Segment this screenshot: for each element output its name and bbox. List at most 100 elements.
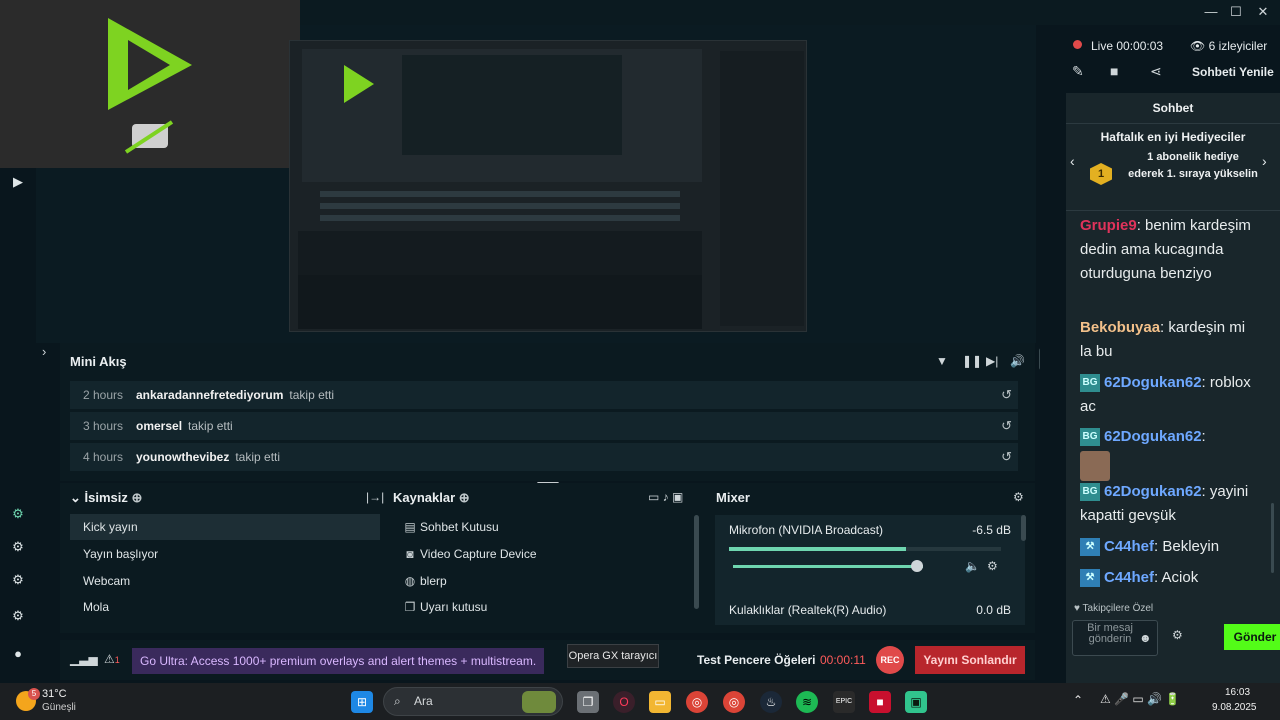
source-tools-icon[interactable]: ▭ ♪ ▣: [648, 490, 683, 504]
play-icon[interactable]: ▶: [9, 173, 27, 191]
taskbar-search[interactable]: ⌕ Ara: [383, 687, 563, 716]
chat-message: ⚒ C44hef: Aciok: [1080, 566, 1260, 590]
weather-desc[interactable]: Güneşli: [42, 702, 76, 713]
replay-icon[interactable]: ↺: [1001, 381, 1012, 409]
scene-item[interactable]: Mola: [70, 594, 380, 620]
sources-scrollbar[interactable]: [694, 515, 699, 609]
streamlabs-icon[interactable]: ▣: [905, 691, 927, 713]
mute-icon[interactable]: 🔈: [965, 559, 980, 573]
chat-message: Grupie9: benim kardeşim dedin ama kucagı…: [1080, 217, 1251, 282]
collapse-icon[interactable]: |→|: [366, 490, 384, 504]
promo-banner[interactable]: Go Ultra: Access 1000+ premium overlays …: [132, 648, 545, 674]
settings-icon[interactable]: ⚙: [9, 607, 27, 625]
clock-date[interactable]: 9.08.2025: [1212, 702, 1257, 713]
chat-sidebar: Live 00:00:03 👁 6 izleyiciler ✎ ■ ⋖ Sohb…: [1040, 25, 1280, 683]
opera-gx-icon[interactable]: O: [613, 691, 635, 713]
windows-start-icon[interactable]: ⊞: [351, 691, 373, 713]
spotify-icon[interactable]: ≋: [796, 691, 818, 713]
task-view-icon[interactable]: ❐: [577, 691, 599, 713]
followers-only-label: ♥ Takipçilere Özel: [1074, 603, 1154, 614]
pause-icon[interactable]: ❚❚: [962, 354, 982, 368]
app-icon[interactable]: ■: [869, 691, 891, 713]
app-icon-3[interactable]: ⚙: [9, 571, 27, 589]
mixer-channel-db: 0.0 dB: [976, 603, 1011, 617]
feed-time: 4 hours: [83, 450, 124, 464]
tray-chevron-icon[interactable]: ⌃: [1073, 693, 1083, 707]
scene-item[interactable]: Kick yayın: [70, 514, 380, 540]
chrome-profile-icon[interactable]: ◎: [723, 691, 745, 713]
scene-item[interactable]: Yayın başlıyor: [70, 541, 380, 567]
skip-icon[interactable]: ▶|: [986, 354, 998, 368]
steam-icon[interactable]: ♨: [760, 691, 782, 713]
alert-icon[interactable]: ⚠1: [104, 652, 120, 666]
level-meter: [729, 547, 1001, 551]
chat-input[interactable]: Bir mesaj gönderin ☻: [1072, 620, 1158, 656]
mixer-channel-name: Kulaklıklar (Realtek(R) Audio): [729, 603, 887, 617]
source-item[interactable]: ◙ Video Capture Device: [400, 541, 700, 567]
next-chevron-icon[interactable]: ›: [1262, 153, 1267, 169]
volume-icon[interactable]: 🔊: [1010, 354, 1025, 368]
stats-icon[interactable]: ▁▃▅: [70, 652, 98, 666]
taskbar: 5 31°C Güneşli ⊞ ⌕ Ara ❐ O ▭ ◎ ◎ ♨ ≋ EPI…: [0, 683, 1280, 720]
source-item[interactable]: ❐ Uyarı kutusu: [400, 594, 700, 620]
epic-games-icon[interactable]: EPIC: [833, 691, 855, 713]
prev-chevron-icon[interactable]: ‹: [1070, 153, 1075, 169]
filter-icon[interactable]: ▼: [936, 354, 948, 368]
refresh-chat-button[interactable]: Sohbeti Yenile: [1192, 65, 1274, 79]
user-badge-icon: BG: [1080, 428, 1100, 447]
tray-icons[interactable]: ⚠ 🎤 ▭ 🔊 🔋: [1100, 692, 1180, 706]
app-icon-2[interactable]: ⚙: [9, 538, 27, 556]
globe-icon: ◍: [404, 574, 416, 588]
profile-icon[interactable]: ●: [9, 645, 27, 663]
app-icon-1[interactable]: ⚙: [9, 505, 27, 523]
feed-time: 2 hours: [83, 388, 124, 402]
mixer-title: Mixer: [716, 490, 750, 505]
nested-statusbar: [298, 275, 702, 329]
edit-icon[interactable]: ✎: [1072, 63, 1084, 80]
volume-slider-knob[interactable]: [911, 560, 923, 572]
share-icon[interactable]: ⋖: [1150, 63, 1162, 80]
mixer-scrollbar[interactable]: [1021, 515, 1026, 541]
rec-button[interactable]: REC: [876, 646, 904, 674]
feed-time: 3 hours: [83, 419, 124, 433]
chat-settings-icon[interactable]: ⚙: [1172, 628, 1183, 642]
streamlabs-window: — ☐ ✕ ▶ ⚙ ⚙ ⚙ ⚙ ● › ›: [0, 0, 1280, 683]
camera-icon: ◙: [406, 547, 414, 561]
emoji-icon[interactable]: ☻: [1139, 631, 1152, 645]
end-stream-button[interactable]: Yayını Sonlandır: [915, 646, 1025, 674]
chrome-icon[interactable]: ◎: [686, 691, 708, 713]
maximize-button[interactable]: ☐: [1225, 3, 1247, 21]
file-explorer-icon[interactable]: ▭: [649, 691, 671, 713]
replay-icon[interactable]: ↺: [1001, 443, 1012, 471]
minimize-button[interactable]: —: [1200, 3, 1222, 21]
weather-temp[interactable]: 31°C: [42, 688, 67, 700]
source-item[interactable]: ◍ blerp: [400, 568, 700, 594]
chat-panel: Sohbet Haftalık en iyi Hediyeciler ‹ 1 1…: [1066, 93, 1280, 683]
mixer-channel-name: Mikrofon (NVIDIA Broadcast): [729, 523, 884, 537]
search-icon: ⌕: [394, 694, 401, 708]
weather-badge: 5: [28, 688, 40, 700]
channel-settings-icon[interactable]: ⚙: [987, 559, 998, 573]
mixer-settings-icon[interactable]: ⚙: [1013, 490, 1024, 504]
test-widgets-label[interactable]: Test Pencere Öğeleri: [697, 653, 816, 667]
user-badge-icon: ⚒: [1080, 538, 1100, 557]
send-button[interactable]: Gönder: [1224, 624, 1280, 650]
close-button[interactable]: ✕: [1252, 3, 1274, 21]
feed-row: 2 hours ankaradannefretediyorum takip ett…: [70, 381, 1018, 409]
volume-slider-track[interactable]: [733, 565, 923, 568]
tooltip: Opera GX tarayıcı: [567, 644, 659, 668]
camera-icon[interactable]: ■: [1110, 63, 1118, 79]
sources-title: Kaynaklar ⊕: [393, 490, 470, 505]
feed-user: omersel: [136, 419, 183, 433]
mixer-channel-db: -6.5 dB: [972, 523, 1011, 537]
expand-chevron-icon[interactable]: ›: [42, 344, 46, 359]
replay-icon[interactable]: ↺: [1001, 412, 1012, 440]
scene-item[interactable]: Webcam: [70, 568, 380, 594]
clock-time[interactable]: 16:03: [1225, 687, 1250, 698]
scenes-title[interactable]: ⌄ İsimsiz ⊕: [70, 490, 142, 506]
user-badge-icon: ⚒: [1080, 569, 1100, 588]
user-badge-icon: BG: [1080, 374, 1100, 393]
source-item[interactable]: ▤ Sohbet Kutusu: [400, 514, 700, 540]
chat-scrollbar[interactable]: [1271, 503, 1274, 573]
top-gifters-text: 1 abonelik hediye ederek 1. sıraya yükse…: [1128, 151, 1258, 180]
